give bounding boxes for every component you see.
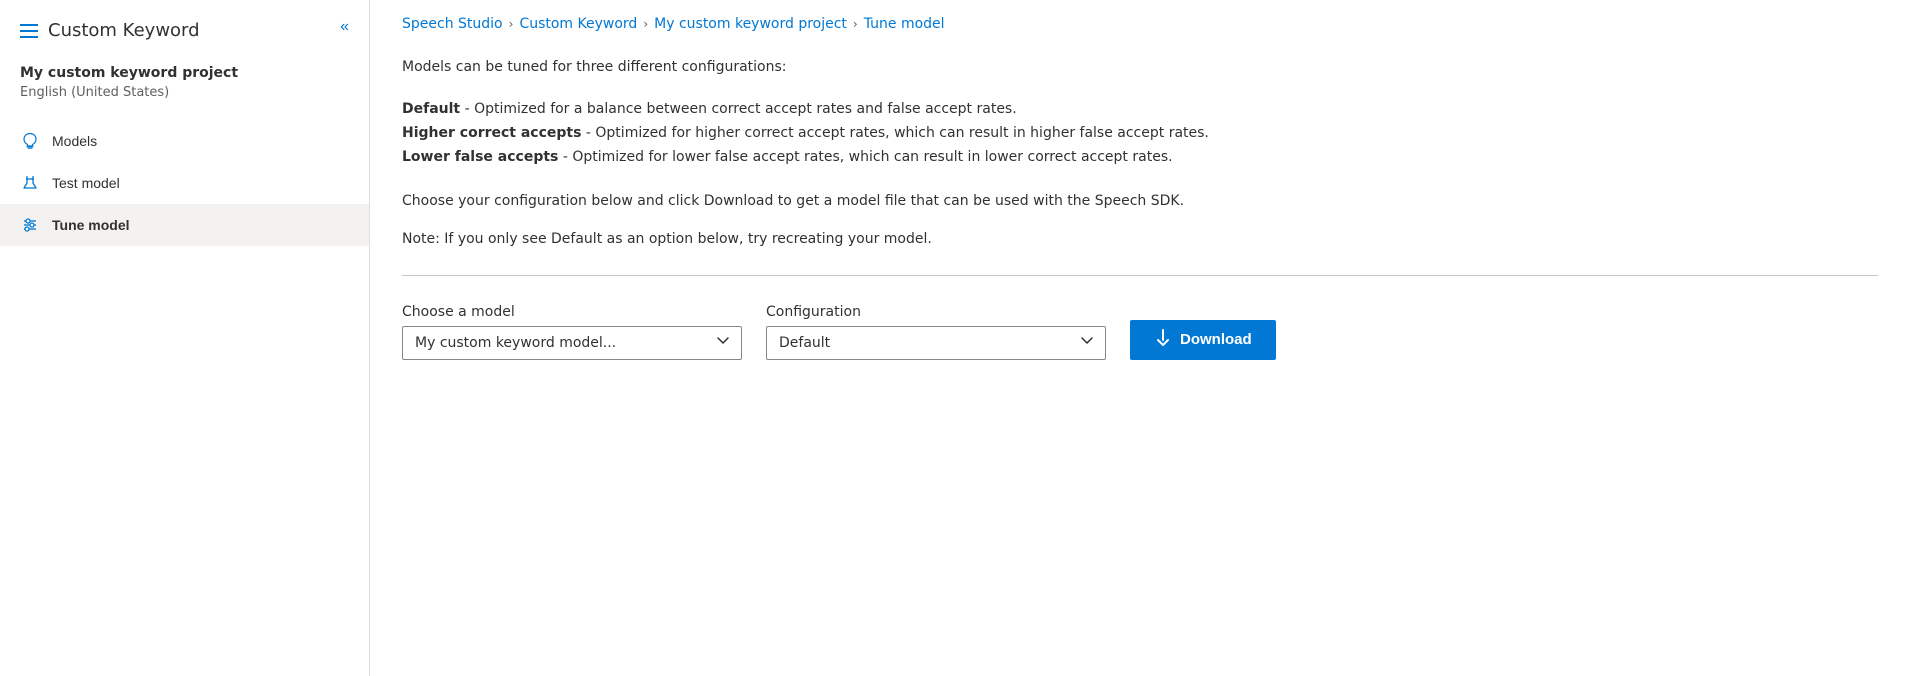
sidebar-project-section: My custom keyword project English (Unite… xyxy=(0,49,369,108)
breadcrumb-sep-2: › xyxy=(643,17,648,31)
breadcrumb: Speech Studio › Custom Keyword › My cust… xyxy=(370,0,1910,48)
breadcrumb-tune-model: Tune model xyxy=(864,16,945,32)
breadcrumb-speech-studio[interactable]: Speech Studio xyxy=(402,16,503,32)
sidebar-item-models[interactable]: Models xyxy=(0,120,369,162)
sidebar-app-title: Custom Keyword xyxy=(48,20,200,41)
config-chevron-icon xyxy=(1081,337,1093,348)
content-body: Models can be tuned for three different … xyxy=(370,48,1910,676)
sidebar-item-test-model[interactable]: Test model xyxy=(0,162,369,204)
sidebar: « Custom Keyword My custom keyword proje… xyxy=(0,0,370,676)
config-item-higher: Higher correct accepts - Optimized for h… xyxy=(402,122,1878,146)
sidebar-title-row: Custom Keyword xyxy=(0,0,369,49)
tune-icon xyxy=(20,216,40,234)
config-lower-name: Lower false accepts xyxy=(402,149,558,165)
divider xyxy=(402,275,1878,276)
breadcrumb-custom-keyword[interactable]: Custom Keyword xyxy=(519,16,637,32)
intro-text: Models can be tuned for three different … xyxy=(402,56,1878,78)
download-label: Download xyxy=(1180,331,1252,348)
config-higher-desc: - Optimized for higher correct accept ra… xyxy=(581,125,1208,141)
main-content: Speech Studio › Custom Keyword › My cust… xyxy=(370,0,1910,676)
config-default-desc: - Optimized for a balance between correc… xyxy=(460,101,1017,117)
config-label: Configuration xyxy=(766,304,1106,320)
breadcrumb-project[interactable]: My custom keyword project xyxy=(654,16,847,32)
model-label: Choose a model xyxy=(402,304,742,320)
config-select-value: Default xyxy=(779,335,830,351)
config-item-default: Default - Optimized for a balance betwee… xyxy=(402,98,1878,122)
download-button[interactable]: Download xyxy=(1130,320,1276,360)
sidebar-item-models-label: Models xyxy=(52,133,97,149)
model-select-value: My custom keyword model... xyxy=(415,335,616,351)
config-item-lower: Lower false accepts - Optimized for lowe… xyxy=(402,146,1878,170)
note-text: Note: If you only see Default as an opti… xyxy=(402,228,1878,250)
breadcrumb-sep-3: › xyxy=(853,17,858,31)
model-chevron-icon xyxy=(717,337,729,348)
config-lower-desc: - Optimized for lower false accept rates… xyxy=(558,149,1172,165)
download-arrow-icon xyxy=(1154,328,1172,351)
choose-text: Choose your configuration below and clic… xyxy=(402,190,1878,212)
sidebar-item-test-model-label: Test model xyxy=(52,175,120,191)
sidebar-nav: Models Test model xyxy=(0,120,369,246)
sidebar-project-language: English (United States) xyxy=(20,85,349,100)
sidebar-project-name: My custom keyword project xyxy=(20,65,349,81)
breadcrumb-sep-1: › xyxy=(509,17,514,31)
sidebar-collapse-button[interactable]: « xyxy=(336,14,353,40)
form-row: Choose a model My custom keyword model..… xyxy=(402,304,1878,360)
config-list: Default - Optimized for a balance betwee… xyxy=(402,98,1878,169)
sidebar-item-tune-model-label: Tune model xyxy=(52,217,130,233)
test-icon xyxy=(20,174,40,192)
sidebar-item-tune-model[interactable]: Tune model xyxy=(0,204,369,246)
models-icon xyxy=(20,132,40,150)
config-higher-name: Higher correct accepts xyxy=(402,125,581,141)
model-select[interactable]: My custom keyword model... xyxy=(402,326,742,360)
config-select[interactable]: Default xyxy=(766,326,1106,360)
config-field: Configuration Default xyxy=(766,304,1106,360)
config-default-name: Default xyxy=(402,101,460,117)
model-field: Choose a model My custom keyword model..… xyxy=(402,304,742,360)
hamburger-icon[interactable] xyxy=(20,24,38,38)
